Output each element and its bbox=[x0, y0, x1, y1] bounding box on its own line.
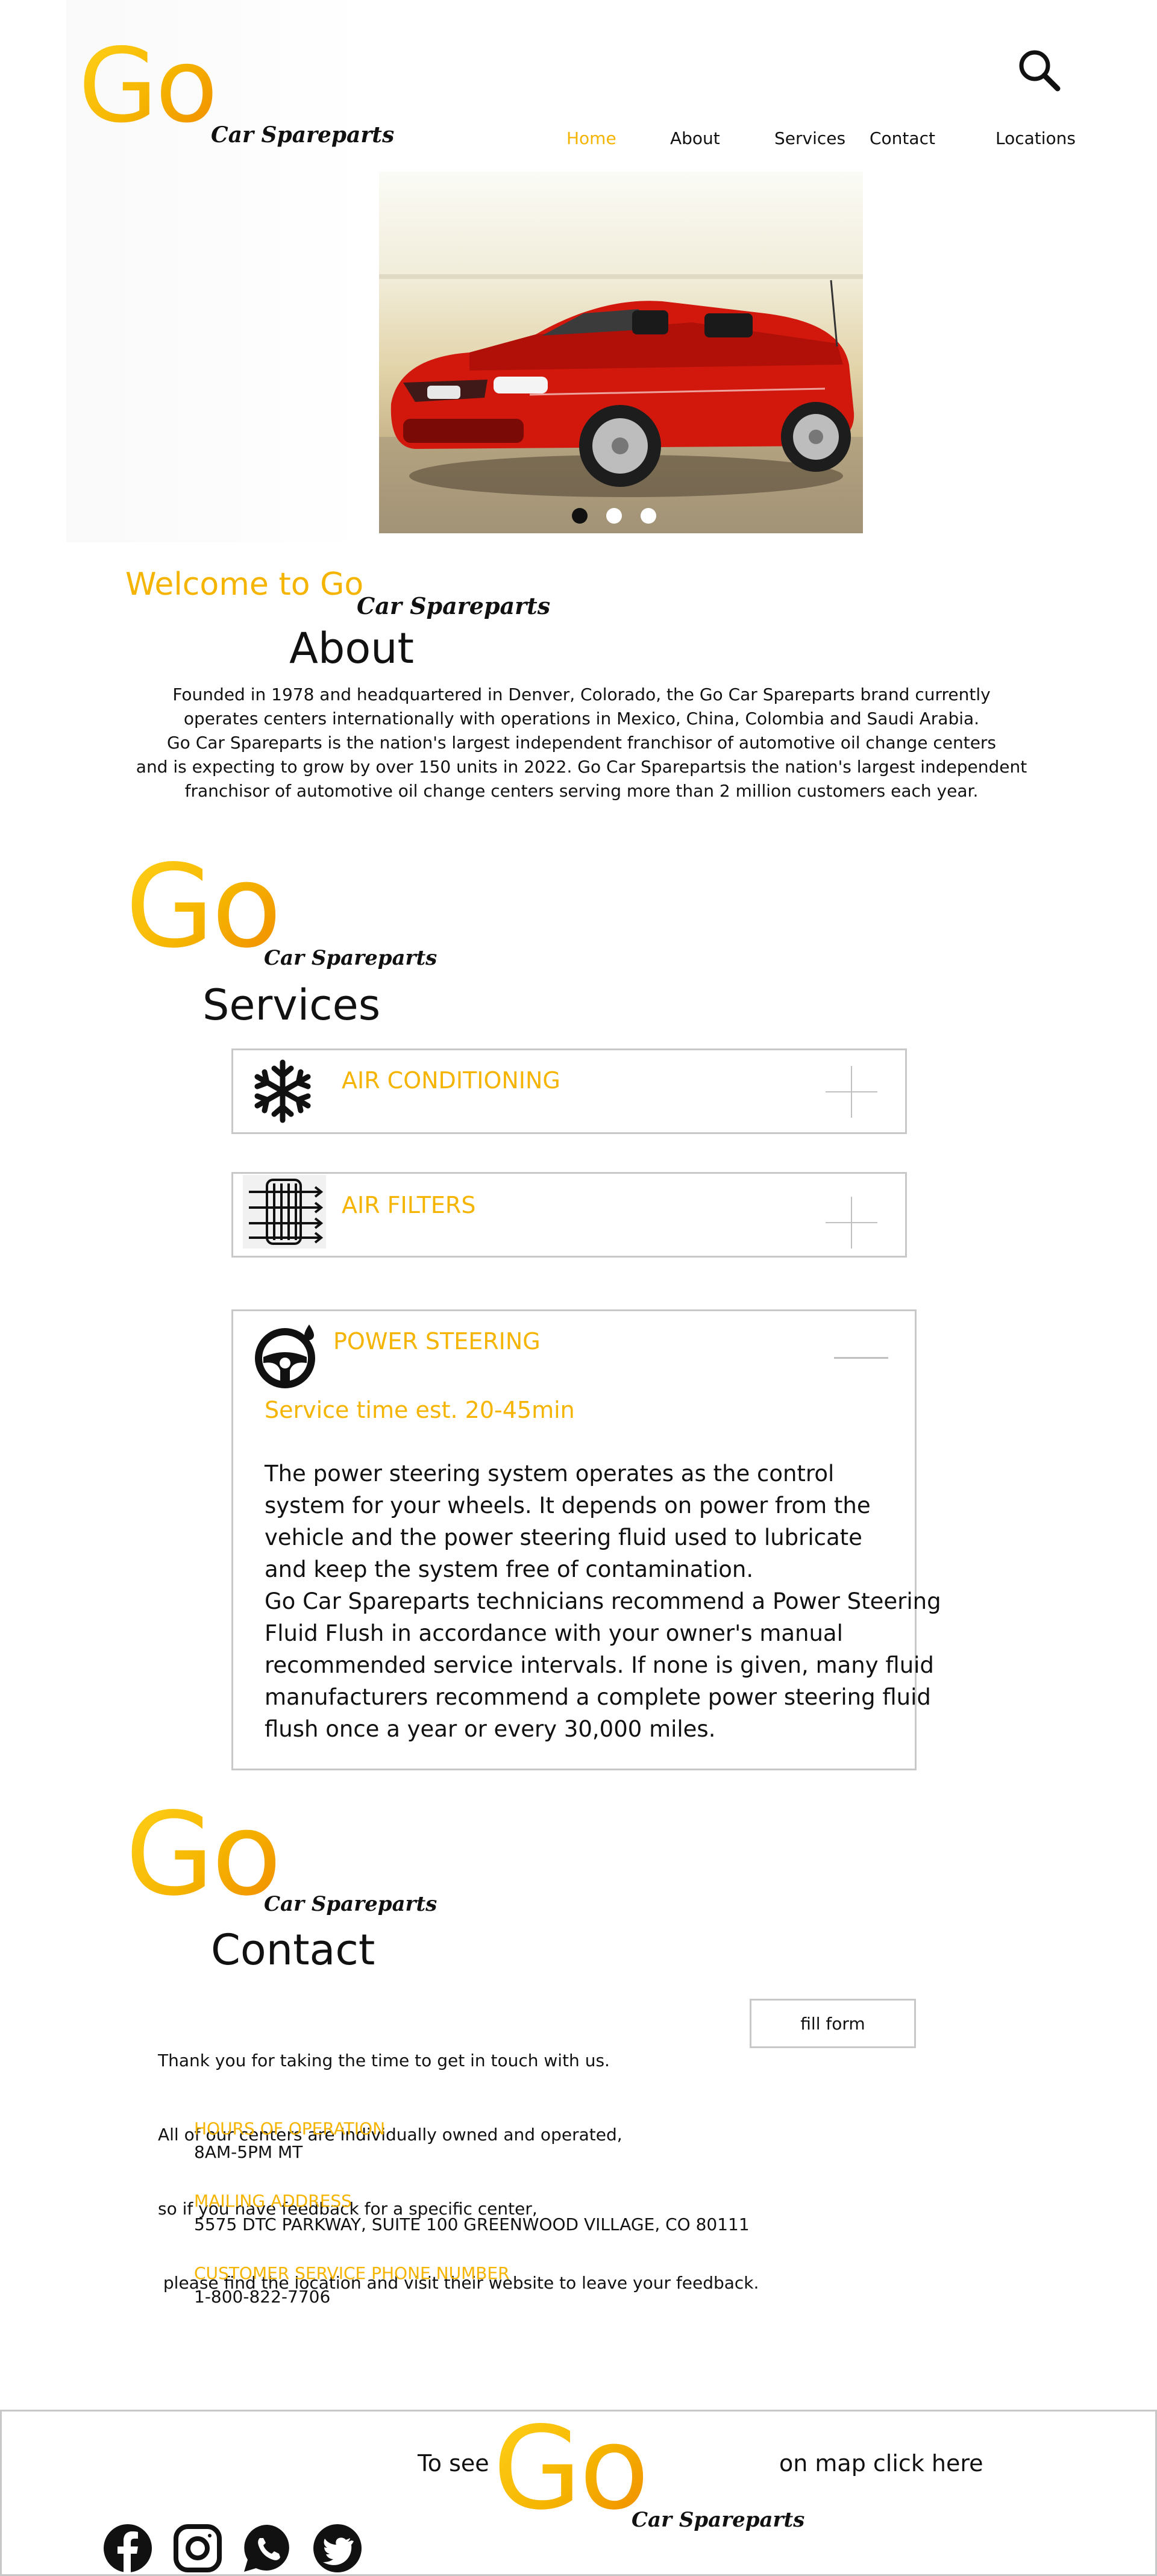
description-line: recommended service intervals. If none i… bbox=[265, 1652, 934, 1678]
whatsapp-icon[interactable] bbox=[243, 2524, 292, 2573]
slide-dot-1[interactable] bbox=[572, 508, 588, 524]
footer-logo-tagline: Car Spareparts bbox=[632, 2508, 805, 2532]
logo-tagline: Car Spareparts bbox=[211, 122, 395, 148]
steering-wheel-icon bbox=[250, 1321, 322, 1393]
service-card-power-steering[interactable]: POWER STEERING Service time est. 20-45mi… bbox=[231, 1309, 941, 1770]
welcome-tagline: Car Spareparts bbox=[357, 592, 551, 619]
nav-home[interactable]: Home bbox=[566, 128, 616, 148]
about-text: Founded in 1978 and headquartered in Den… bbox=[133, 683, 1030, 803]
phone-value[interactable]: 1-800-822-7706 bbox=[194, 2287, 330, 2307]
collapse-icon[interactable] bbox=[834, 1357, 888, 1359]
service-card-air-filters[interactable]: AIR FILTERS bbox=[231, 1172, 907, 1258]
services-heading: Services bbox=[202, 980, 381, 1030]
search-icon[interactable] bbox=[1015, 46, 1064, 95]
description-line: The power steering system operates as th… bbox=[265, 1461, 835, 1487]
air-filter-icon bbox=[243, 1175, 326, 1249]
hours-label: HOURS OF OPERATION bbox=[194, 2119, 386, 2139]
description-line: Fluid Flush in accordance with your owne… bbox=[265, 1620, 843, 1646]
footer: To see Go Car Spareparts on map click he… bbox=[0, 2410, 1157, 2576]
snowflake-icon bbox=[249, 1058, 316, 1125]
hero-slideshow[interactable] bbox=[379, 172, 863, 533]
map-link[interactable]: on map click here bbox=[779, 2450, 983, 2477]
about-line: Founded in 1978 and headquartered in Den… bbox=[172, 685, 991, 704]
description-line: manufacturers recommend a complete power… bbox=[265, 1684, 931, 1710]
mailing-label: MAILING ADDRESS bbox=[194, 2191, 352, 2211]
contact-logo-go: Go bbox=[125, 1788, 281, 1921]
mailing-value: 5575 DTC PARKWAY, SUITE 100 GREENWOOD VI… bbox=[194, 2214, 750, 2234]
hours-value: 8AM-5PM MT bbox=[194, 2142, 303, 2162]
nav-services[interactable]: Services bbox=[774, 128, 845, 148]
description-line: and keep the system free of contaminatio… bbox=[265, 1556, 754, 1582]
description-line: vehicle and the power steering fluid use… bbox=[265, 1525, 862, 1550]
about-line: operates centers internationally with op… bbox=[183, 709, 980, 729]
service-title: AIR FILTERS bbox=[342, 1192, 476, 1218]
about-heading: About bbox=[289, 624, 414, 673]
description-line: system for your wheels. It depends on po… bbox=[265, 1493, 871, 1518]
intro-line: Thank you for taking the time to get in … bbox=[158, 2051, 610, 2070]
about-line: franchisor of automotive oil change cent… bbox=[184, 781, 979, 801]
service-title: AIR CONDITIONING bbox=[342, 1067, 560, 1094]
footer-prefix: To see bbox=[418, 2450, 489, 2477]
logo-go[interactable]: Go bbox=[78, 35, 218, 137]
slide-dot-3[interactable] bbox=[641, 508, 656, 524]
nav-locations[interactable]: Locations bbox=[996, 128, 1076, 148]
service-title: POWER STEERING bbox=[333, 1328, 541, 1355]
description-line: Go Car Spareparts technicians recommend … bbox=[265, 1588, 941, 1614]
instagram-icon[interactable] bbox=[173, 2524, 222, 2573]
phone-label: CUSTOMER SERVICE PHONE NUMBER bbox=[194, 2263, 510, 2283]
contact-logo-tagline: Car Spareparts bbox=[264, 1892, 437, 1916]
nav-contact[interactable]: Contact bbox=[870, 128, 935, 148]
service-time: Service time est. 20-45min bbox=[265, 1397, 575, 1423]
about-line: Go Car Spareparts is the nation's larges… bbox=[166, 733, 997, 753]
hero-car-image bbox=[379, 274, 863, 533]
contact-heading: Contact bbox=[211, 1925, 375, 1975]
services-logo-go: Go bbox=[125, 840, 281, 973]
about-line: and is expecting to grow by over 150 uni… bbox=[136, 757, 1027, 777]
welcome-heading: Welcome to Go bbox=[125, 566, 364, 603]
footer-logo-go[interactable]: Go bbox=[493, 2411, 649, 2526]
plus-icon[interactable] bbox=[826, 1197, 877, 1249]
slide-dot-2[interactable] bbox=[606, 508, 622, 524]
description-line: flush once a year or every 30,000 miles. bbox=[265, 1716, 716, 1742]
facebook-icon[interactable] bbox=[103, 2524, 152, 2573]
nav-about[interactable]: About bbox=[670, 128, 720, 148]
service-card-air-conditioning[interactable]: AIR CONDITIONING bbox=[231, 1048, 907, 1134]
services-logo-tagline: Car Spareparts bbox=[264, 946, 437, 970]
fill-form-button[interactable]: fill form bbox=[750, 1999, 916, 2048]
plus-icon[interactable] bbox=[826, 1066, 877, 1118]
twitter-icon[interactable] bbox=[313, 2524, 362, 2573]
service-description: The power steering system operates as th… bbox=[265, 1458, 941, 1745]
